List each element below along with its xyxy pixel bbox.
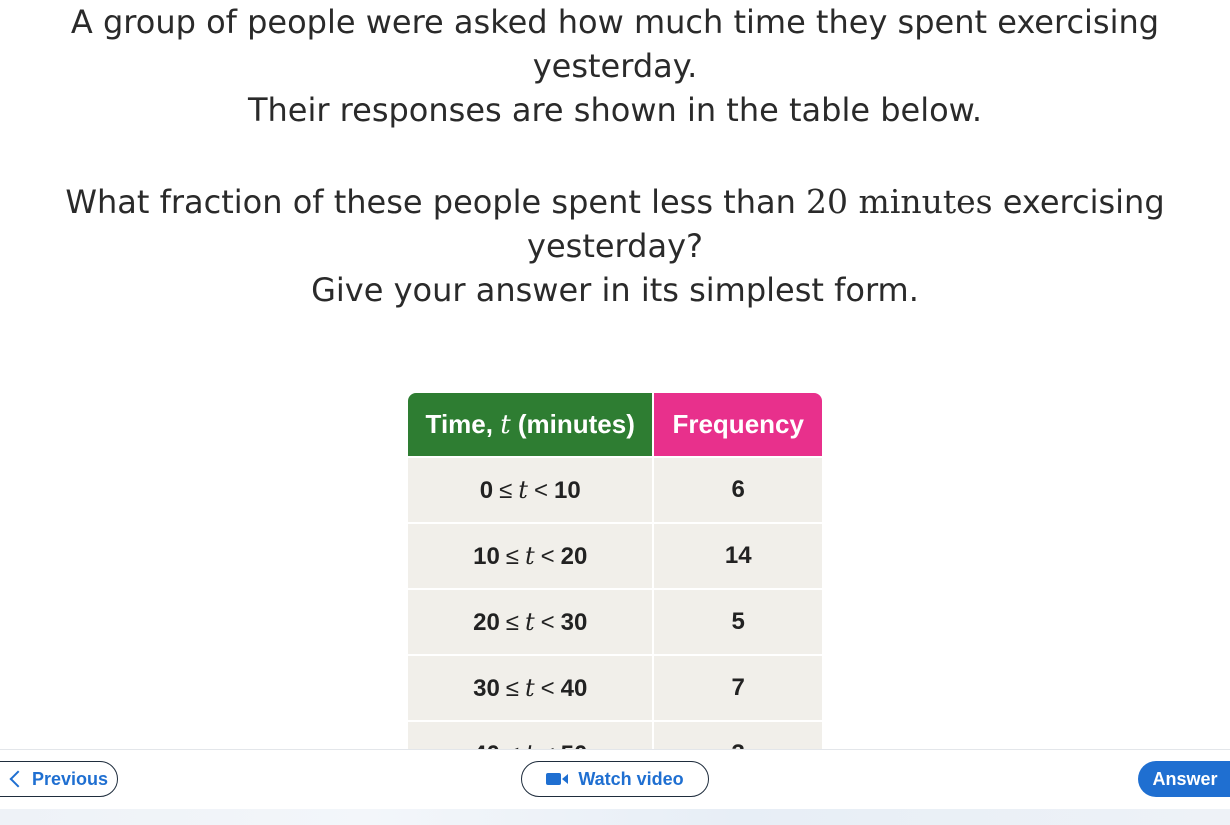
cell-time-interval: 0 ≤ t <10 — [408, 456, 655, 523]
less-than-symbol: < — [540, 608, 555, 636]
answer-label: Answer — [1152, 768, 1218, 789]
answer-button[interactable]: Answer — [1138, 761, 1230, 797]
cell-frequency: 3 — [653, 720, 822, 749]
interval-low: 0 — [479, 476, 494, 504]
less-than-symbol: < — [533, 476, 548, 504]
question-line-5: yesterday? — [527, 227, 703, 265]
previous-button[interactable]: Previous — [0, 761, 118, 797]
less-equal-symbol: ≤ — [505, 674, 519, 702]
cell-frequency: 7 — [653, 654, 822, 721]
question-math-time: 20 minutes — [806, 182, 993, 221]
footer-strip — [0, 809, 1230, 825]
cell-frequency: 6 — [653, 456, 822, 523]
cell-time-interval: 30 ≤ t <40 — [408, 654, 655, 721]
table-header-row: Time, t (minutes) Frequency — [408, 393, 822, 457]
table-row: 40 ≤ t <50 3 — [408, 720, 822, 750]
interval-variable: t — [524, 607, 535, 636]
header-time-pre: Time, — [425, 409, 501, 439]
question-line-1: A group of people were asked how much ti… — [70, 3, 1160, 41]
less-equal-symbol: ≤ — [505, 542, 519, 570]
less-than-symbol: < — [540, 542, 555, 570]
less-equal-symbol: ≤ — [506, 741, 519, 750]
question-line-4: What fraction of these people spent less… — [0, 180, 1230, 224]
chevron-left-icon — [9, 770, 27, 788]
cell-time-interval: 40 ≤ t <50 — [408, 720, 655, 750]
question-text: A group of people were asked how much ti… — [0, 0, 1230, 312]
interval-high: 20 — [560, 542, 588, 570]
less-than-symbol: < — [540, 674, 555, 702]
header-time: Time, t (minutes) — [408, 393, 655, 457]
table-row: 10 ≤ t <20 14 — [408, 522, 822, 589]
frequency-table: Time, t (minutes) Frequency 0 ≤ t <10 6 10 ≤ t <… — [408, 393, 822, 749]
frequency-table-container: Time, t (minutes) Frequency 0 ≤ t <10 6 10 ≤ t <… — [408, 393, 822, 749]
cell-frequency: 14 — [653, 522, 822, 589]
interval-low: 20 — [473, 608, 500, 636]
bottom-navigation-bar: Previous Watch video Answer — [0, 749, 1230, 810]
table-row: 0 ≤ t <10 6 — [408, 456, 822, 523]
interval-low: 30 — [473, 674, 500, 702]
less-equal-symbol: ≤ — [499, 476, 513, 504]
interval-low: 10 — [473, 542, 500, 570]
less-than-symbol: < — [541, 741, 555, 750]
header-time-post: (minutes) — [510, 409, 635, 439]
question-line-4-pre: What fraction of these people spent less… — [65, 183, 807, 221]
watch-video-label: Watch video — [578, 768, 684, 789]
interval-high: 50 — [561, 741, 588, 750]
table-row: 20 ≤ t <30 5 — [408, 588, 822, 655]
interval-low: 40 — [473, 741, 500, 750]
header-frequency: Frequency — [653, 393, 822, 457]
previous-label: Previous — [31, 768, 109, 789]
table-row: 30 ≤ t <40 7 — [408, 654, 822, 721]
cell-time-interval: 20 ≤ t <30 — [408, 588, 655, 655]
question-line-2: yesterday. — [532, 47, 698, 85]
interval-high: 40 — [560, 674, 588, 702]
interval-high: 10 — [553, 476, 581, 504]
interval-variable: t — [524, 673, 535, 702]
cell-time-interval: 10 ≤ t <20 — [408, 522, 655, 589]
less-equal-symbol: ≤ — [505, 608, 519, 636]
interval-variable: t — [524, 541, 535, 570]
page: A group of people were asked how much ti… — [0, 0, 1230, 825]
interval-high: 30 — [560, 608, 588, 636]
cell-frequency: 5 — [653, 588, 822, 655]
table-body: 0≤t<10610≤t<201420≤t<30530≤t<40740≤t<503 — [408, 456, 822, 750]
question-line-3: Their responses are shown in the table b… — [247, 91, 983, 129]
question-line-6: Give your answer in its simplest form. — [311, 271, 919, 309]
video-camera-icon — [546, 772, 570, 786]
watch-video-button[interactable]: Watch video — [521, 761, 709, 797]
interval-variable: t — [525, 740, 535, 750]
interval-variable: t — [518, 475, 528, 504]
header-time-var: t — [500, 410, 511, 440]
question-line-4-post: exercising — [992, 183, 1165, 221]
